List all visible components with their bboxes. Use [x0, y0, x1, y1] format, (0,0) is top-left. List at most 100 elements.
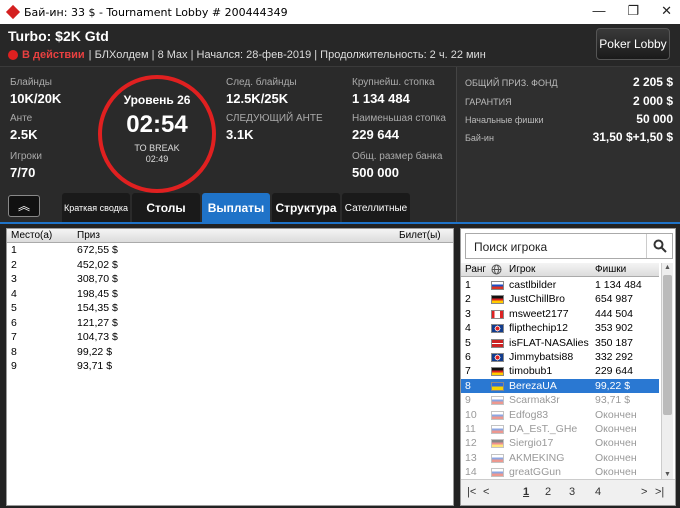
player-rank: 3: [465, 307, 471, 320]
player-row[interactable]: 9 Scarmak3r 93,71 $: [461, 393, 659, 407]
player-row[interactable]: 12 Siergio17 Окончен: [461, 436, 659, 450]
player-rank: 10: [465, 408, 477, 421]
player-row[interactable]: 6 Jimmybatsi88 332 292: [461, 350, 659, 364]
status-badge: В действии: [22, 49, 85, 61]
player-row[interactable]: 4 flipthechip12 353 902: [461, 321, 659, 335]
page-2-button[interactable]: 2: [545, 486, 551, 498]
bank-label: Общ. размер банка: [352, 151, 443, 162]
place-column-header[interactable]: Место(а): [11, 230, 52, 241]
largest-stack-label: Крупнейш. стопка: [352, 77, 435, 88]
players-scrollbar[interactable]: ▲ ▼: [661, 263, 673, 479]
payout-row[interactable]: 5 154,35 $: [7, 301, 453, 316]
country-flag-icon: [491, 309, 504, 319]
player-row[interactable]: 5 isFLAT-NASAlies 350 187: [461, 336, 659, 350]
player-chips: Окончен: [595, 437, 637, 450]
player-chips: 353 902: [595, 322, 633, 335]
payouts-header: Место(а) Приз Билет(ы): [7, 229, 453, 243]
player-name: Siergio17: [509, 437, 554, 450]
prize-column-header[interactable]: Приз: [77, 230, 100, 241]
tab-satellites[interactable]: Сателлитные: [342, 193, 410, 223]
payout-row[interactable]: 8 99,22 $: [7, 345, 453, 360]
payout-place: 4: [11, 287, 17, 300]
payout-prize: 93,71 $: [77, 360, 113, 372]
page-3-button[interactable]: 3: [569, 486, 575, 498]
rank-column-header[interactable]: Ранг: [465, 264, 486, 275]
search-input[interactable]: Поиск игрока: [474, 240, 547, 254]
player-name: JustChillBro: [509, 293, 566, 306]
tab-payouts[interactable]: Выплаты: [202, 193, 270, 223]
payout-place: 3: [11, 273, 17, 285]
payout-prize: 99,22 $: [77, 345, 113, 358]
payout-place: 2: [11, 258, 17, 271]
player-chips: Окончен: [595, 451, 637, 464]
restore-button[interactable]: ❐: [627, 3, 639, 19]
player-chips: 654 987: [595, 293, 633, 306]
next-ante-label: СЛЕДУЮЩИЙ АНТЕ: [226, 113, 323, 124]
chips-column-header[interactable]: Фишки: [595, 264, 626, 275]
to-break-label: TO BREAK: [134, 143, 180, 153]
player-chips: Окончен: [595, 422, 637, 435]
player-row[interactable]: 11 DA_EsT._GHe Окончен: [461, 422, 659, 436]
payout-place: 1: [11, 244, 17, 256]
collapse-button[interactable]: ︽: [8, 195, 40, 217]
country-flag-icon: [491, 352, 504, 362]
game-details: | БЛХолдем | 8 Max | Начался: 28-фев-201…: [88, 49, 486, 61]
payout-prize: 121,27 $: [77, 316, 118, 329]
players-pager: |< < 1 2 3 4 > >|: [461, 479, 675, 505]
payout-row[interactable]: 7 104,73 $: [7, 330, 453, 345]
page-4-button[interactable]: 4: [595, 486, 601, 498]
country-flag-icon: [491, 453, 504, 463]
scroll-down-icon[interactable]: ▼: [664, 471, 671, 478]
scroll-thumb[interactable]: [663, 275, 672, 415]
payout-row[interactable]: 4 198,45 $: [7, 287, 453, 302]
next-ante-value: 3.1K: [226, 127, 254, 142]
scroll-up-icon[interactable]: ▲: [664, 264, 671, 271]
country-flag-icon: [491, 424, 504, 434]
player-row[interactable]: 10 Edfog83 Окончен: [461, 408, 659, 422]
payout-row[interactable]: 3 308,70 $: [7, 272, 453, 287]
last-page-button[interactable]: >|: [655, 486, 664, 498]
ticket-column-header[interactable]: Билет(ы): [399, 230, 441, 241]
double-chevron-up-icon: ︽: [17, 199, 30, 213]
player-name: Scarmak3r: [509, 394, 560, 407]
level-label: Уровень 26: [123, 93, 191, 107]
player-rank: 5: [465, 336, 471, 349]
first-page-button[interactable]: |<: [467, 486, 476, 498]
poker-lobby-button[interactable]: Poker Lobby: [596, 28, 670, 60]
level-clock: Уровень 26 02:54 TO BREAK 02:49: [98, 75, 216, 193]
player-name: flipthechip12: [509, 322, 568, 335]
player-row[interactable]: 8 BerezaUA 99,22 $: [461, 378, 659, 394]
player-row[interactable]: 13 AKMEKING Окончен: [461, 451, 659, 465]
player-row[interactable]: 14 greatGGun Окончен: [461, 465, 659, 479]
blinds-label: Блайнды: [10, 77, 52, 88]
players-panel: Поиск игрока Ранг Игрок Фишки 1 castlbild…: [460, 228, 676, 506]
payout-row[interactable]: 2 452,02 $: [7, 258, 453, 273]
player-search[interactable]: Поиск игрока: [465, 233, 673, 259]
player-row[interactable]: 2 JustChillBro 654 987: [461, 292, 659, 306]
payout-row[interactable]: 1 672,55 $: [7, 243, 453, 258]
prev-page-button[interactable]: <: [483, 486, 489, 498]
search-button[interactable]: [646, 234, 672, 258]
close-button[interactable]: ✕: [661, 3, 672, 19]
tab-structure[interactable]: Структура: [272, 193, 340, 223]
payout-row[interactable]: 6 121,27 $: [7, 316, 453, 331]
tab-summary[interactable]: Краткая сводка: [62, 193, 130, 223]
buyin-label: Бай-ин: [465, 133, 494, 143]
guarantee-label: ГАРАНТИЯ: [465, 97, 512, 107]
player-rank: 2: [465, 293, 471, 306]
player-row[interactable]: 1 castlbilder 1 134 484: [461, 278, 659, 292]
minimize-button[interactable]: —: [592, 3, 605, 19]
player-row[interactable]: 7 timobub1 229 644: [461, 364, 659, 378]
country-flag-icon: [491, 338, 504, 348]
guarantee-value: 2 000 $: [632, 94, 673, 108]
payout-row[interactable]: 9 93,71 $: [7, 359, 453, 374]
player-rank: 7: [465, 365, 471, 378]
player-column-header[interactable]: Игрок: [509, 264, 535, 275]
next-page-button[interactable]: >: [641, 486, 647, 498]
payout-prize: 154,35 $: [77, 302, 118, 314]
page-1-button[interactable]: 1: [523, 486, 529, 498]
tab-tables[interactable]: Столы: [132, 193, 200, 223]
player-row[interactable]: 3 msweet2177 444 504: [461, 307, 659, 321]
payouts-table: Место(а) Приз Билет(ы) 1 672,55 $ 2 452,02 …: [6, 228, 454, 506]
player-rank: 9: [465, 394, 471, 407]
